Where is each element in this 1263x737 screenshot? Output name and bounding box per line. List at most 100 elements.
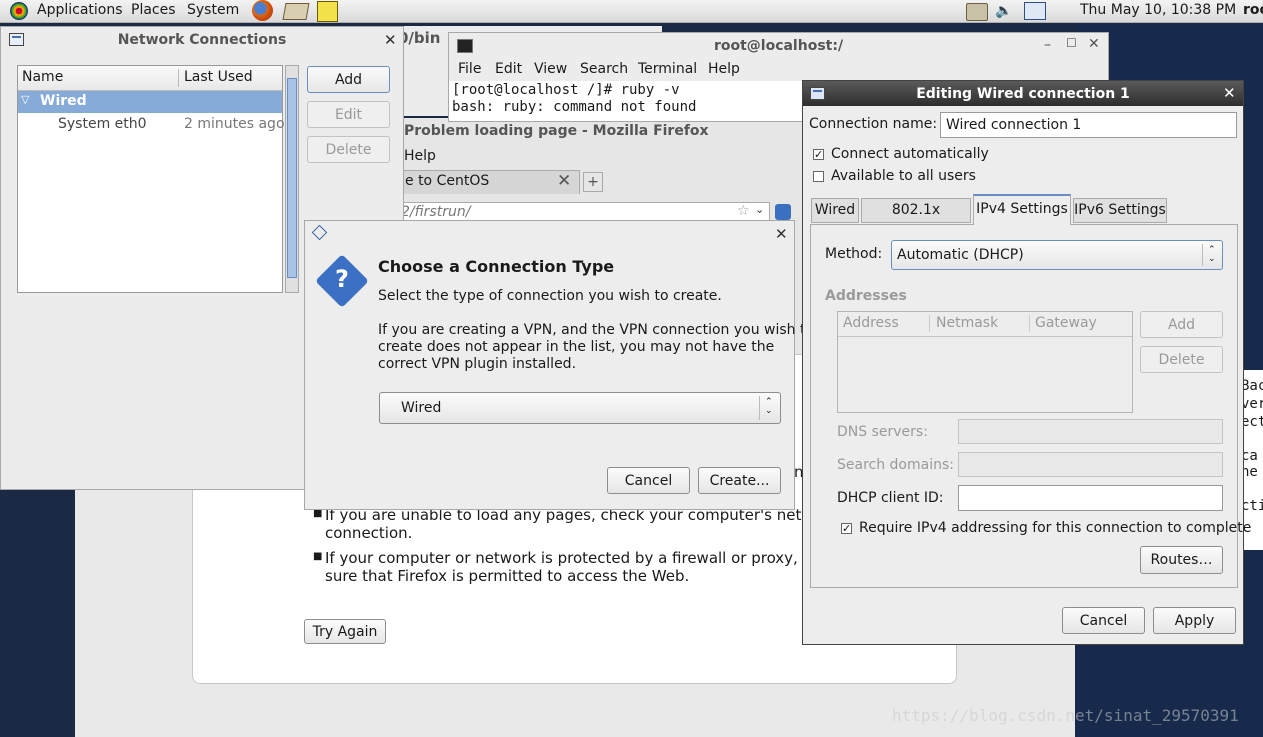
scrollbar-thumb[interactable] bbox=[287, 78, 297, 278]
delete-button[interactable]: Delete bbox=[307, 136, 390, 163]
group-row-wired[interactable]: ▽ Wired bbox=[18, 91, 282, 113]
ipv4-settings-panel: Method: Automatic (DHCP) ⌃ ⌄ Addresses Ad… bbox=[810, 224, 1251, 588]
gnome-foot-icon bbox=[10, 2, 28, 20]
tab-wired[interactable]: Wired bbox=[811, 198, 859, 223]
url-dropdown-icon[interactable]: ⌄ bbox=[755, 203, 764, 216]
column-divider bbox=[178, 69, 179, 87]
url-bar[interactable]: 2/firstrun/ ☆ ⌄ bbox=[400, 202, 770, 222]
reload-icon[interactable] bbox=[775, 204, 791, 220]
apply-button[interactable]: Apply bbox=[1153, 607, 1236, 634]
terminal-title: root@localhost:/ bbox=[713, 38, 844, 54]
bullet-1-line-2: connection. bbox=[325, 524, 413, 542]
create-button[interactable]: Create... bbox=[698, 467, 781, 494]
bullet-2-marker: ■ bbox=[313, 551, 323, 562]
table-row[interactable]: System eth0 2 minutes ago bbox=[18, 114, 285, 136]
require-ipv4-checkbox[interactable]: ✓ bbox=[841, 523, 852, 534]
dhcp-client-id-field[interactable] bbox=[958, 485, 1223, 511]
firefox-menu-help[interactable]: Help bbox=[404, 148, 436, 164]
volume-icon[interactable]: 🔈 bbox=[995, 3, 1012, 19]
dns-servers-field[interactable] bbox=[958, 419, 1223, 444]
search-domains-label: Search domains: bbox=[837, 457, 954, 473]
select-divider bbox=[1202, 244, 1203, 266]
connect-automatically-label: Connect automatically bbox=[831, 146, 989, 162]
column-netmask: Netmask bbox=[936, 315, 999, 331]
list-scrollbar[interactable] bbox=[285, 65, 299, 293]
vpn-note-line-2: create does not appear in the list, you … bbox=[378, 339, 775, 355]
edit-button[interactable]: Edit bbox=[307, 101, 390, 128]
select-divider bbox=[759, 396, 760, 420]
terminal-line-1: [root@localhost /]# ruby -v bbox=[452, 82, 680, 98]
mail-launcher-icon[interactable] bbox=[282, 3, 310, 20]
editing-connection-dialog: Editing Wired connection 1 ✕ Connection … bbox=[802, 80, 1251, 645]
try-again-button[interactable]: Try Again bbox=[304, 619, 386, 644]
cancel-button[interactable]: Cancel bbox=[607, 467, 690, 494]
terminal-menu-search[interactable]: Search bbox=[580, 61, 628, 77]
connections-list[interactable]: Name Last Used ▽ Wired System eth0 2 min… bbox=[17, 65, 285, 293]
tab-ipv4-settings[interactable]: IPv4 Settings bbox=[973, 194, 1071, 225]
firefox-launcher-icon[interactable] bbox=[252, 0, 273, 21]
tab-ipv6-settings[interactable]: IPv6 Settings bbox=[1073, 198, 1167, 223]
tab-8021x-security[interactable]: 802.1x Security bbox=[861, 198, 971, 241]
available-to-all-users-checkbox[interactable] bbox=[813, 171, 824, 182]
dialog-diamond-icon bbox=[311, 224, 328, 241]
right-fragment-2: ver bbox=[1241, 396, 1263, 412]
user-name[interactable]: roo bbox=[1243, 2, 1263, 18]
close-icon[interactable]: ✕ bbox=[1223, 84, 1236, 102]
firefox-tab[interactable]: e to CentOS ✕ bbox=[400, 170, 580, 194]
minimize-icon[interactable]: – bbox=[1044, 37, 1051, 53]
addresses-header: Address Netmask Gateway bbox=[838, 312, 1132, 337]
menu-system[interactable]: System bbox=[187, 2, 239, 18]
right-fragment-6: cti bbox=[1241, 498, 1263, 514]
clock[interactable]: Thu May 10, 10:38 PM bbox=[1080, 2, 1236, 18]
terminal-menu-help[interactable]: Help bbox=[708, 61, 740, 77]
require-ipv4-label: Require IPv4 addressing for this connect… bbox=[859, 520, 1252, 536]
bullet-2-line-1: If your computer or network is protected… bbox=[325, 549, 818, 567]
search-domains-field[interactable] bbox=[958, 452, 1223, 477]
expander-icon[interactable]: ▽ bbox=[21, 93, 29, 106]
list-header: Name Last Used bbox=[18, 66, 282, 91]
close-icon[interactable]: ✕ bbox=[1088, 36, 1100, 52]
notes-launcher-icon[interactable] bbox=[317, 1, 338, 22]
firefox-tab-label: e to CentOS bbox=[405, 173, 490, 189]
connection-type-value: Wired bbox=[401, 400, 442, 416]
available-to-all-users-label: Available to all users bbox=[831, 168, 976, 184]
dialog-description: Select the type of connection you wish t… bbox=[378, 288, 722, 304]
network-monitor-icon[interactable] bbox=[1024, 2, 1046, 20]
column-divider bbox=[929, 315, 930, 332]
cancel-button[interactable]: Cancel bbox=[1062, 607, 1145, 634]
tab-close-icon[interactable]: ✕ bbox=[557, 171, 571, 191]
method-select[interactable]: Automatic (DHCP) ⌃ ⌄ bbox=[891, 240, 1223, 270]
dns-servers-label: DNS servers: bbox=[837, 424, 928, 440]
group-label: Wired bbox=[40, 93, 87, 109]
column-last-used[interactable]: Last Used bbox=[184, 69, 253, 85]
addresses-table[interactable]: Address Netmask Gateway bbox=[837, 311, 1133, 413]
terminal-menu-view[interactable]: View bbox=[534, 61, 567, 77]
menu-applications[interactable]: Applications bbox=[37, 2, 123, 18]
terminal-menu-edit[interactable]: Edit bbox=[495, 61, 522, 77]
bookmark-star-icon[interactable]: ☆ bbox=[737, 203, 750, 219]
method-value: Automatic (DHCP) bbox=[897, 247, 1024, 263]
watermark: https://blog.csdn.net/sinat_29570391 bbox=[892, 706, 1239, 725]
terminal-menu-file[interactable]: File bbox=[458, 61, 481, 77]
menu-places[interactable]: Places bbox=[131, 2, 176, 18]
connect-automatically-checkbox[interactable]: ✓ bbox=[813, 149, 824, 160]
add-button[interactable]: Add bbox=[307, 66, 390, 93]
new-tab-button[interactable]: + bbox=[583, 172, 603, 192]
top-panel: Applications Places System 🔈 Thu May 10,… bbox=[0, 0, 1263, 23]
routes-button[interactable]: Routes… bbox=[1140, 546, 1223, 574]
right-fragment-1: Bac bbox=[1241, 378, 1263, 394]
edit-dialog-titlebar: Editing Wired connection 1 ✕ bbox=[803, 81, 1243, 106]
terminal-menu-terminal[interactable]: Terminal bbox=[638, 61, 697, 77]
connection-name-field[interactable]: Wired connection 1 bbox=[940, 112, 1237, 138]
vpn-note-line-3: correct VPN plugin installed. bbox=[378, 356, 577, 372]
address-add-button[interactable]: Add bbox=[1140, 311, 1223, 338]
maximize-icon[interactable]: ☐ bbox=[1066, 36, 1077, 50]
close-icon[interactable]: ✕ bbox=[384, 31, 397, 49]
connection-type-select[interactable]: Wired ⌃ ⌄ bbox=[379, 392, 781, 424]
url-text: 2/firstrun/ bbox=[401, 204, 471, 220]
address-delete-button[interactable]: Delete bbox=[1140, 346, 1223, 373]
column-name[interactable]: Name bbox=[22, 69, 63, 85]
close-icon[interactable]: ✕ bbox=[775, 225, 788, 243]
printer-tray-icon[interactable] bbox=[966, 3, 988, 21]
question-mark: ? bbox=[335, 265, 349, 293]
